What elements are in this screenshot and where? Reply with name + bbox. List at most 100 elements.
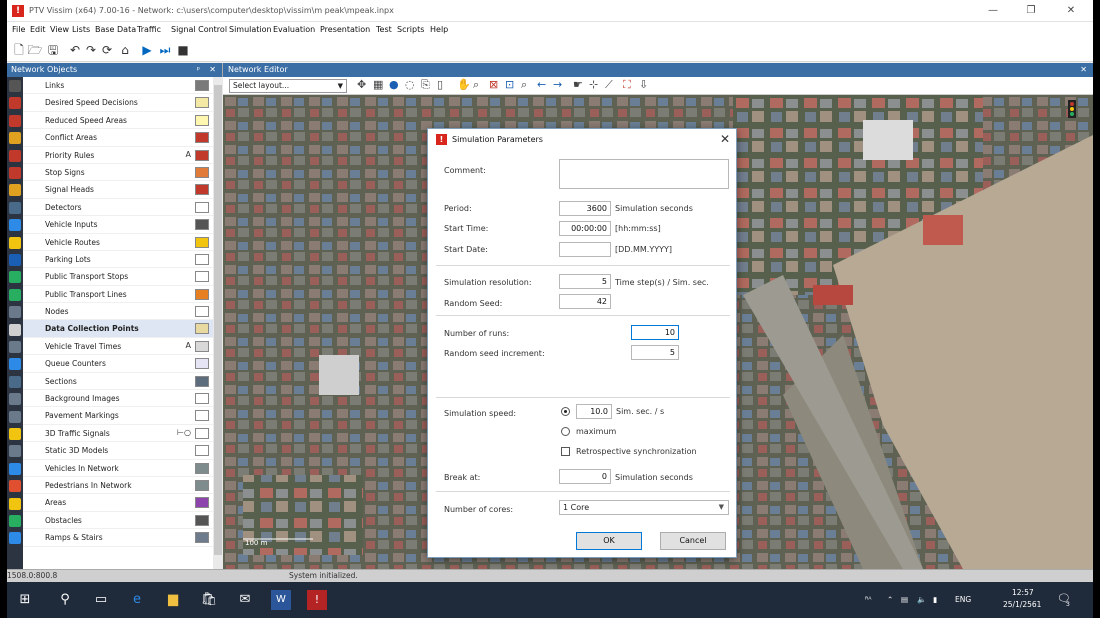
search-icon[interactable]: ⚲ — [55, 590, 75, 610]
network-object-row[interactable]: Pavement Markings — [23, 407, 213, 425]
ok-button[interactable]: OK — [576, 532, 642, 550]
volume-icon[interactable]: 🔈 — [917, 595, 926, 604]
network-object-type-icon[interactable] — [9, 532, 21, 545]
object-color-swatch[interactable] — [195, 375, 209, 387]
object-color-swatch[interactable] — [195, 306, 209, 318]
network-object-type-icon[interactable] — [9, 393, 21, 406]
cancel-button[interactable]: Cancel — [660, 532, 726, 550]
menu-view[interactable]: View — [50, 25, 69, 34]
start-windows-icon[interactable]: ⊞ — [15, 590, 35, 610]
3d-view-icon[interactable]: ● — [389, 78, 399, 91]
network-object-type-icon[interactable] — [9, 306, 21, 319]
page-icon[interactable]: ▯ — [437, 78, 443, 91]
word-icon[interactable]: W — [271, 590, 291, 610]
network-object-type-icon[interactable] — [9, 445, 21, 458]
back-icon[interactable]: ← — [537, 78, 546, 91]
object-color-swatch[interactable] — [195, 97, 209, 109]
edge-browser-icon[interactable]: e — [127, 590, 147, 610]
network-object-type-icon[interactable] — [9, 410, 21, 423]
start-time-field[interactable]: 00:00:00 — [559, 221, 611, 236]
network-object-row[interactable]: Signal Heads — [23, 181, 213, 199]
object-color-swatch[interactable] — [195, 340, 209, 352]
network-object-type-icon[interactable] — [9, 219, 21, 232]
object-color-swatch[interactable] — [195, 497, 209, 509]
network-object-type-icon[interactable] — [9, 184, 21, 197]
menu-test[interactable]: Test — [376, 25, 392, 34]
random-seed-field[interactable]: 42 — [559, 294, 611, 309]
pin-icon[interactable]: ᵖ — [197, 63, 200, 77]
network-object-type-icon[interactable] — [9, 480, 21, 493]
open-file-icon[interactable]: 🗁 — [27, 42, 43, 58]
network-object-type-icon[interactable] — [9, 97, 21, 110]
network-object-type-icon[interactable] — [9, 358, 21, 371]
restore-button[interactable]: ❐ — [1013, 2, 1049, 20]
network-icon[interactable]: ▤ — [901, 595, 908, 604]
network-object-type-icon[interactable] — [9, 497, 21, 510]
menu-presentation[interactable]: Presentation — [320, 25, 370, 34]
network-object-row[interactable]: Nodes — [23, 303, 213, 321]
menu-lists[interactable]: Lists — [72, 25, 90, 34]
menu-simulation[interactable]: Simulation — [229, 25, 272, 34]
network-object-row[interactable]: Areas — [23, 494, 213, 512]
random-seed-increment-field[interactable]: 5 — [631, 345, 679, 360]
network-object-row[interactable]: Stop Signs — [23, 164, 213, 182]
menu-file[interactable]: File — [12, 25, 25, 34]
close-editor-icon[interactable]: ✕ — [1080, 63, 1087, 77]
store-icon[interactable]: 🛍 — [199, 590, 219, 610]
network-object-row[interactable]: Parking Lots — [23, 251, 213, 269]
object-color-swatch[interactable] — [195, 114, 209, 126]
menu-help[interactable]: Help — [430, 25, 448, 34]
object-color-swatch[interactable] — [195, 132, 209, 144]
network-object-row[interactable]: Sections — [23, 373, 213, 391]
network-object-row[interactable]: Vehicles In Network — [23, 460, 213, 477]
object-color-swatch[interactable] — [195, 253, 209, 265]
battery-icon[interactable]: ▮ — [933, 595, 937, 604]
network-object-type-icon[interactable] — [9, 167, 21, 179]
object-color-swatch[interactable] — [195, 358, 209, 370]
close-panel-icon[interactable]: ✕ — [209, 63, 216, 77]
object-color-swatch[interactable] — [195, 149, 209, 161]
network-object-row[interactable]: Vehicle Routes — [23, 234, 213, 251]
number-of-cores-select[interactable]: 1 Core ▼ — [559, 500, 729, 515]
object-color-swatch[interactable] — [195, 80, 209, 91]
network-object-row[interactable]: Desired Speed Decisions — [23, 94, 213, 112]
vissim-taskbar-icon[interactable]: ! — [307, 590, 327, 610]
object-color-swatch[interactable] — [195, 219, 209, 231]
network-check-icon[interactable]: ⛶ — [623, 78, 631, 92]
object-color-swatch[interactable] — [195, 166, 209, 178]
network-object-row[interactable]: Detectors — [23, 199, 213, 217]
zoom-fit-icon[interactable]: ⊡ — [505, 78, 514, 91]
clock-time[interactable]: 12:57 — [1012, 588, 1034, 597]
zoom-area-icon[interactable]: ⌕ — [473, 78, 479, 92]
label-visibility-icon[interactable]: A — [186, 150, 191, 159]
object-color-swatch[interactable] — [195, 445, 209, 457]
menu-evaluation[interactable]: Evaluation — [273, 25, 315, 34]
network-object-type-icon[interactable] — [9, 80, 21, 92]
grid-icon[interactable]: ▦ — [373, 78, 383, 91]
tray-chevron-icon[interactable]: ⌃ — [887, 595, 893, 604]
menu-traffic[interactable]: Traffic — [137, 25, 161, 34]
refresh-icon[interactable]: ⟳ — [99, 42, 115, 58]
stop-icon[interactable]: ■ — [175, 42, 191, 58]
file-explorer-icon[interactable]: ▆ — [163, 590, 183, 610]
menu-scripts[interactable]: Scripts — [397, 25, 424, 34]
measure-icon[interactable]: ⟋ — [605, 78, 613, 92]
hand-icon[interactable]: ✋ — [457, 78, 471, 91]
network-object-type-icon[interactable] — [9, 375, 21, 388]
object-color-swatch[interactable] — [195, 479, 209, 491]
lasso-icon[interactable]: ⊹ — [589, 78, 598, 91]
number-of-runs-field[interactable]: 10 — [631, 325, 679, 340]
dialog-close-button[interactable]: ✕ — [720, 132, 730, 146]
network-object-type-icon[interactable] — [9, 114, 21, 127]
network-object-row[interactable]: Vehicle Travel Times A — [23, 338, 213, 356]
menu-edit[interactable]: Edit — [30, 25, 46, 34]
network-object-row[interactable]: Background Images — [23, 390, 213, 408]
zoom-all-icon[interactable]: ⊠ — [489, 78, 498, 91]
scroll-thumb[interactable] — [214, 85, 222, 555]
close-window-button[interactable]: ✕ — [1053, 2, 1089, 20]
object-color-swatch[interactable] — [195, 393, 209, 405]
object-color-swatch[interactable] — [195, 184, 209, 196]
speed-value-radio[interactable] — [561, 407, 570, 416]
network-object-type-icon[interactable] — [9, 236, 21, 249]
network-object-type-icon[interactable] — [9, 288, 21, 301]
